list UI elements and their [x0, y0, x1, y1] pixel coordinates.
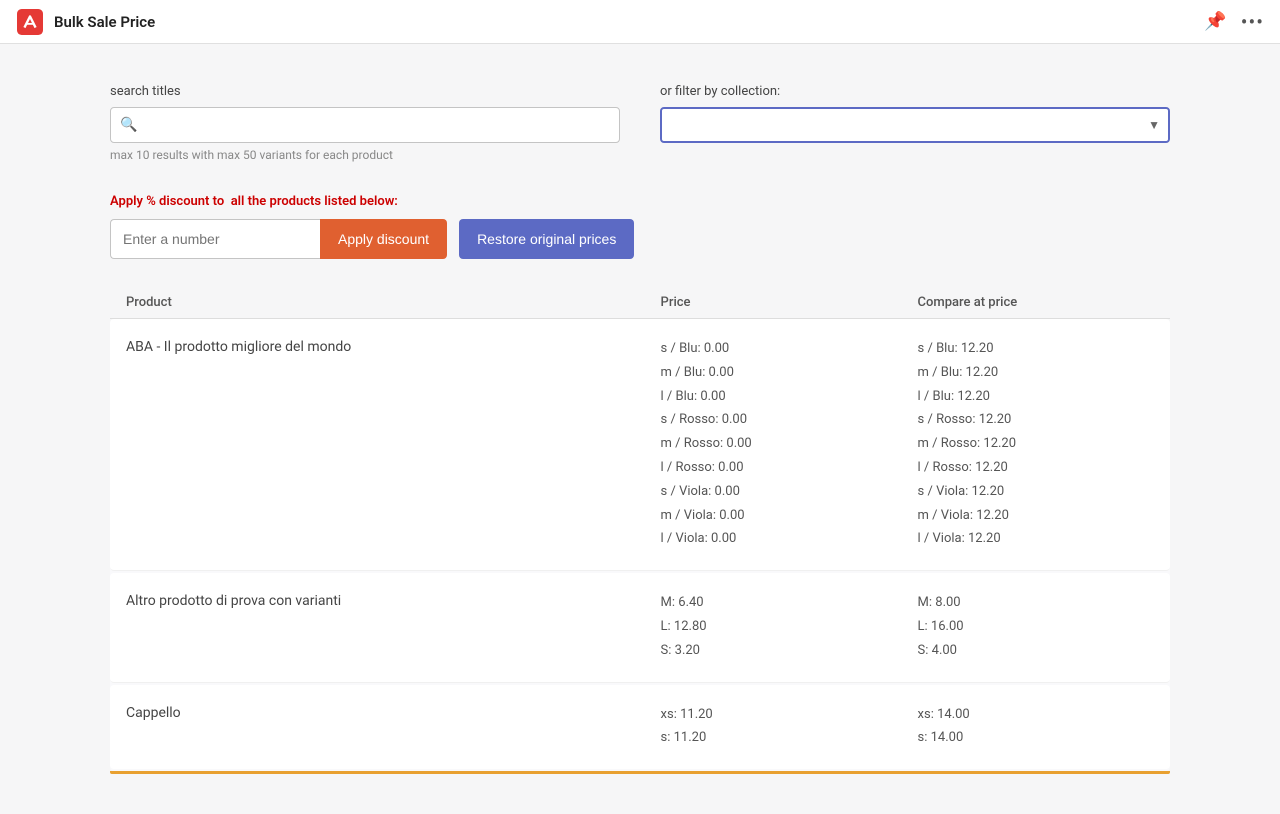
bottom-border-decoration — [110, 771, 1170, 774]
discount-label-prefix: Apply % discount to — [110, 194, 224, 209]
variant-compare-price: M: 8.00 — [918, 593, 1154, 614]
variant-compare-price: L: 16.00 — [918, 617, 1154, 638]
app-title: Bulk Sale Price — [54, 13, 155, 31]
search-input[interactable] — [110, 107, 620, 143]
col-header-product: Product — [126, 295, 661, 310]
discount-controls: Apply discount Restore original prices — [110, 219, 1170, 259]
table-row: Cappello xs: 11.20s: 11.20xs: 14.00s: 14.… — [110, 685, 1170, 770]
filter-label: or filter by collection: — [660, 84, 1170, 99]
variant-price: M: 6.40 — [661, 593, 918, 614]
apply-discount-button[interactable]: Apply discount — [320, 219, 447, 259]
search-label: search titles — [110, 84, 620, 99]
discount-label: Apply % discount to all the products lis… — [110, 194, 1170, 209]
col-header-compare: Compare at price — [918, 295, 1154, 310]
variant-compare-price: xs: 14.00 — [918, 705, 1154, 726]
variant-price: s: 11.20 — [661, 728, 918, 749]
variant-price: s / Viola: 0.00 — [661, 482, 918, 503]
variant-price: l / Viola: 0.00 — [661, 529, 918, 550]
variant-compare-price: m / Blu: 12.20 — [918, 363, 1154, 384]
col-header-price: Price — [661, 295, 918, 310]
restore-prices-button[interactable]: Restore original prices — [459, 219, 634, 259]
table-row: ABA - Il prodotto migliore del mondo s / … — [110, 319, 1170, 571]
variant-price: s / Rosso: 0.00 — [661, 410, 918, 431]
variant-compare-price: s: 14.00 — [918, 728, 1154, 749]
variant-compare-price: s / Blu: 12.20 — [918, 339, 1154, 360]
discount-section: Apply % discount to all the products lis… — [110, 194, 1170, 259]
table-row: Altro prodotto di prova con varianti M: 6… — [110, 573, 1170, 682]
collection-select-wrapper: ▼ — [660, 107, 1170, 143]
product-name: ABA - Il prodotto migliore del mondo — [126, 337, 351, 355]
discount-input[interactable] — [110, 219, 320, 259]
search-filter-row: search titles 🔍 max 10 results with max … — [110, 84, 1170, 162]
variant-compare-price: S: 4.00 — [918, 641, 1154, 662]
variant-price: m / Blu: 0.00 — [661, 363, 918, 384]
variant-compare-price: l / Rosso: 12.20 — [918, 458, 1154, 479]
search-section: search titles 🔍 max 10 results with max … — [110, 84, 620, 162]
app-logo-icon — [16, 8, 44, 36]
table-body: ABA - Il prodotto migliore del mondo s / … — [110, 319, 1170, 771]
more-options-icon[interactable]: ••• — [1241, 10, 1264, 34]
product-name: Cappello — [126, 703, 181, 721]
variant-price: s / Blu: 0.00 — [661, 339, 918, 360]
pin-icon[interactable]: 📌 — [1204, 11, 1226, 32]
variant-compare-price: l / Blu: 12.20 — [918, 387, 1154, 408]
variant-price: xs: 11.20 — [661, 705, 918, 726]
variant-price: L: 12.80 — [661, 617, 918, 638]
topbar-left: Bulk Sale Price — [16, 8, 155, 36]
search-hint: max 10 results with max 50 variants for … — [110, 148, 620, 162]
variant-price: m / Rosso: 0.00 — [661, 434, 918, 455]
variant-compare-price: s / Rosso: 12.20 — [918, 410, 1154, 431]
variant-compare-price: s / Viola: 12.20 — [918, 482, 1154, 503]
topbar: Bulk Sale Price 📌 ••• — [0, 0, 1280, 44]
table-header: Product Price Compare at price — [110, 287, 1170, 319]
search-icon: 🔍 — [120, 117, 137, 133]
variant-compare-price: m / Viola: 12.20 — [918, 506, 1154, 527]
variant-compare-price: l / Viola: 12.20 — [918, 529, 1154, 550]
topbar-right: 📌 ••• — [1204, 10, 1264, 34]
variant-price: l / Blu: 0.00 — [661, 387, 918, 408]
discount-label-highlight: all the products listed below: — [231, 194, 398, 209]
variant-compare-price: m / Rosso: 12.20 — [918, 434, 1154, 455]
variant-price: S: 3.20 — [661, 641, 918, 662]
collection-select[interactable] — [660, 107, 1170, 143]
filter-section: or filter by collection: ▼ — [660, 84, 1170, 143]
variant-price: l / Rosso: 0.00 — [661, 458, 918, 479]
variant-price: m / Viola: 0.00 — [661, 506, 918, 527]
main-content: search titles 🔍 max 10 results with max … — [50, 44, 1230, 814]
product-name: Altro prodotto di prova con varianti — [126, 591, 341, 609]
search-input-wrapper: 🔍 — [110, 107, 620, 143]
